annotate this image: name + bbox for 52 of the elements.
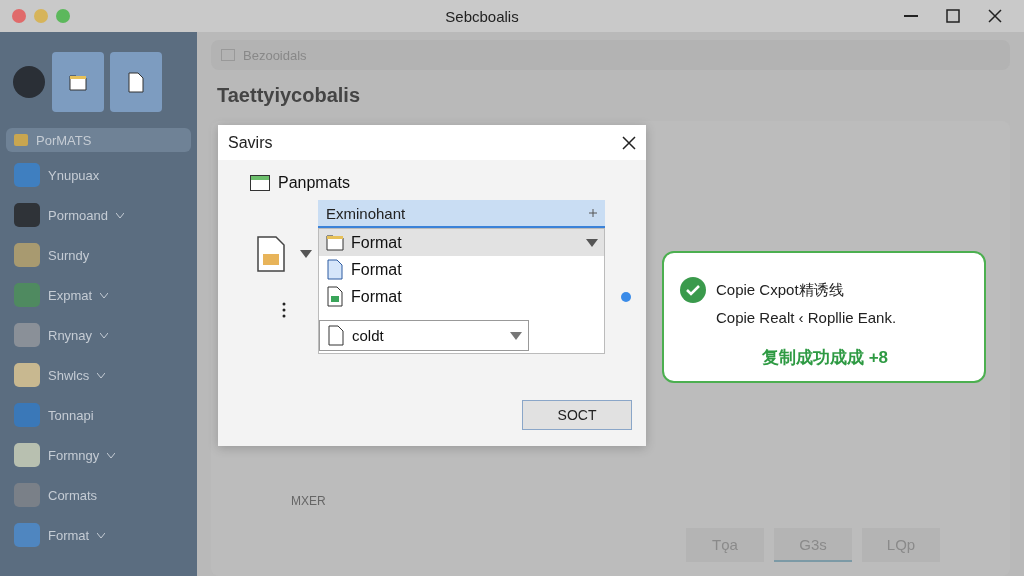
window-icon bbox=[250, 175, 270, 191]
caret-icon bbox=[586, 238, 598, 247]
folder-label: Panpmats bbox=[278, 174, 351, 192]
window-title: Sebcboalis bbox=[444, 7, 520, 25]
sidebar-item[interactable]: Tonnapi bbox=[6, 398, 191, 432]
spreadsheet-icon bbox=[325, 286, 345, 307]
list-item[interactable]: Format bbox=[319, 229, 604, 256]
sidebar-item[interactable]: Expmat bbox=[6, 278, 191, 312]
document-icon bbox=[325, 259, 345, 280]
sidebar-item[interactable]: Shwlcs bbox=[6, 358, 191, 392]
check-icon bbox=[680, 277, 706, 303]
toast-title: Copie Cxpot精诱线 bbox=[716, 280, 844, 300]
more-icon[interactable] bbox=[282, 302, 286, 318]
sidebar-item[interactable]: Format bbox=[6, 518, 191, 552]
save-button[interactable]: SOCT bbox=[522, 400, 632, 430]
file-dropdown[interactable]: coldt bbox=[319, 320, 529, 351]
sidebar-item[interactable]: Surndy bbox=[6, 238, 191, 272]
sidebar-label: Tonnapi bbox=[48, 407, 94, 423]
caret-icon bbox=[300, 250, 312, 258]
document-icon bbox=[326, 325, 346, 346]
sidebar-label: Formngy bbox=[48, 447, 100, 463]
sidebar-label: Ynupuax bbox=[48, 167, 100, 183]
sidebar-label: Rnynay bbox=[48, 327, 93, 343]
page-heading: Taettyiycobalis bbox=[216, 84, 362, 107]
sidebar-item[interactable]: PorMATS bbox=[6, 128, 191, 152]
avatar-icon bbox=[12, 65, 46, 99]
caret-icon bbox=[510, 331, 522, 340]
maximize-icon[interactable] bbox=[946, 9, 960, 23]
sidebar-item[interactable]: Ynupuax bbox=[6, 158, 191, 192]
sidebar-item[interactable]: Cormats bbox=[6, 478, 191, 512]
dialog-title: Savirs bbox=[228, 133, 273, 152]
sidebar-item[interactable]: Rnynay bbox=[6, 318, 191, 352]
sidebar-label: Shwlcs bbox=[48, 367, 90, 383]
status-dot bbox=[621, 292, 631, 302]
folder-file-icon bbox=[256, 236, 286, 272]
toast-status: 复制成功成成 +8 bbox=[761, 347, 889, 369]
document-tile[interactable] bbox=[110, 52, 162, 112]
document-icon bbox=[126, 71, 146, 93]
sidebar-label: Cormats bbox=[48, 487, 98, 503]
sidebar-label: Surndy bbox=[48, 247, 90, 263]
sidebar-label: Expmat bbox=[48, 287, 93, 303]
location-dropdown[interactable]: Exminohant bbox=[318, 200, 605, 228]
item-label: MXER bbox=[291, 494, 327, 508]
sidebar-item[interactable]: Pormoand bbox=[6, 198, 191, 232]
sidebar-label: PorMATS bbox=[36, 132, 92, 148]
sidebar-item[interactable]: Formngy bbox=[6, 438, 191, 472]
sidebar-label: Pormoand bbox=[48, 207, 108, 223]
sidebar-label: Format bbox=[48, 527, 90, 543]
toast-message: Copie Realt ‹ Ropllie Eank. bbox=[716, 309, 897, 326]
folder-tile[interactable] bbox=[52, 52, 104, 112]
close-icon[interactable] bbox=[622, 135, 636, 150]
close-icon[interactable] bbox=[988, 9, 1002, 23]
